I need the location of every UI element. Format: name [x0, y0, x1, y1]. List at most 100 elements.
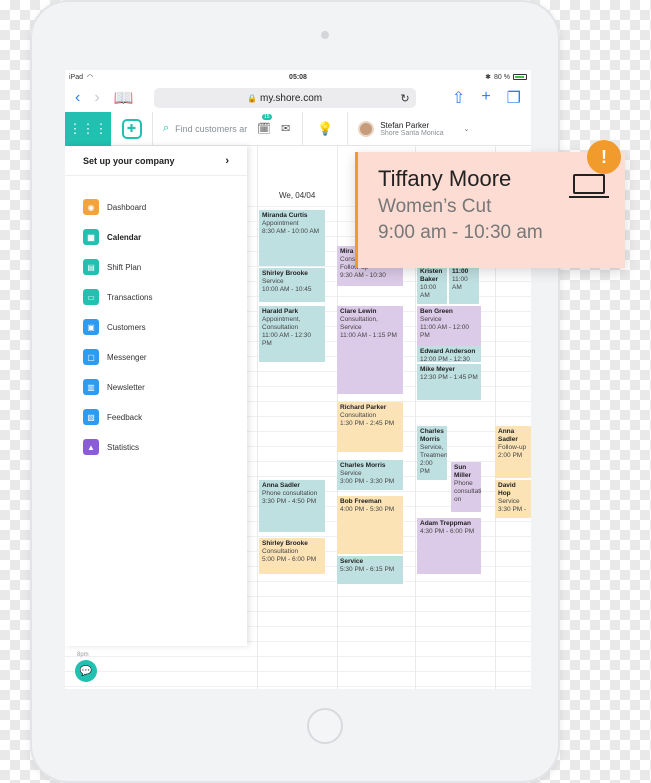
url-text: my.shore.com — [260, 92, 323, 104]
back-icon[interactable]: ‹ — [75, 89, 80, 107]
appointment-name: Edward Anderson — [420, 348, 476, 355]
chevron-down-icon[interactable]: ⌄ — [464, 125, 470, 133]
sidebar-item-statistics[interactable]: ▲ Statistics — [65, 432, 247, 462]
chat-button[interactable]: 💬 — [75, 660, 97, 682]
appointment-card[interactable]: Kristen Baker 10:00 AM — [417, 266, 447, 304]
popup-customer-name: Tiffany Moore — [378, 166, 512, 191]
laptop-icon — [569, 174, 609, 198]
newsletter-icon: ▥ — [83, 379, 99, 395]
menu-list: ◉ Dashboard ▦ Calendar ▤ Shift Plan ▭ Transacti… — [65, 176, 247, 462]
appointment-time: 11:00 AM - 1:15 PM — [340, 332, 397, 339]
statistics-icon: ▲ — [83, 439, 99, 455]
appointment-card[interactable]: Shirley Brooke Consultation 5:00 PM - 6:00… — [259, 538, 325, 574]
appointment-detail: Service — [420, 316, 442, 323]
tabs-icon[interactable]: ❐ — [507, 88, 521, 108]
appointment-name: Mike Meyer — [420, 366, 456, 373]
alert-icon: ! — [587, 140, 621, 174]
sidebar-item-label: Messenger — [107, 352, 147, 362]
sidebar-item-newsletter[interactable]: ▥ Newsletter — [65, 372, 247, 402]
appointment-name: Richard Parker — [340, 404, 387, 411]
appointment-card[interactable]: Charles Morris Service 3:00 PM - 3:30 PM — [337, 460, 403, 490]
sidebar-item-calendar[interactable]: ▦ Calendar — [65, 222, 247, 252]
appointment-card[interactable]: Anna Sadler Follow-up 2:00 PM — [495, 426, 531, 478]
shore-logo[interactable]: ✚ — [111, 111, 153, 146]
appointment-card[interactable]: David Hop Service 3:30 PM - — [495, 480, 531, 518]
appointment-card[interactable]: Miranda Curtis Appointment 8:30 AM - 10:00… — [259, 210, 325, 266]
appointment-name: Ben Green — [420, 308, 453, 315]
customer-search[interactable]: ⌕ Find customers ar — [153, 122, 249, 135]
appointment-card[interactable]: Bob Freeman 4:00 PM - 5:30 PM — [337, 496, 403, 554]
appointment-detail: Consultation, Service — [340, 316, 378, 331]
sidebar-item-label: Newsletter — [107, 382, 145, 392]
sidebar-item-label: Statistics — [107, 442, 140, 452]
appointment-card[interactable]: Shirley Brooke Service 10:00 AM - 10:45 — [259, 268, 325, 302]
appointment-time: 11:00 AM - 12:30 PM — [262, 332, 312, 347]
appointment-card[interactable]: Richard Parker Consultation 1:30 PM - 2:45… — [337, 402, 403, 452]
appointment-time: 2:00 PM — [498, 452, 523, 459]
mail-icon[interactable]: ✉ — [281, 122, 290, 135]
sidebar-item-label: Shift Plan — [107, 262, 142, 272]
appointment-card[interactable]: Edward Anderson12:00 PM - 12:30 PM — [417, 346, 481, 362]
side-menu: Set up your company › ◉ Dashboard ▦ Calenda… — [65, 146, 247, 646]
user-menu[interactable]: Stefan Parker Shore Santa Monica ⌄ — [348, 120, 470, 137]
appointment-name: Charles Morris — [420, 428, 444, 443]
appointment-time: 3:30 PM - 4:50 PM — [262, 498, 317, 505]
appointment-card[interactable]: Ben Green Service 11:00 AM - 12:00 PM — [417, 306, 481, 346]
appointment-time: 9:30 AM - 10:30 — [340, 272, 386, 279]
appointment-time: 3:30 PM - — [498, 506, 527, 513]
search-input[interactable]: Find customers ar — [175, 124, 247, 134]
chevron-right-icon: › — [225, 154, 229, 167]
appointment-detail: 4:00 PM - 5:30 PM — [340, 506, 395, 513]
lightbulb-icon[interactable]: 💡 — [302, 111, 349, 146]
appointment-detail: 11:00 AM — [452, 276, 468, 291]
appointment-card[interactable]: 11:00 11:00 AM — [449, 266, 479, 304]
sidebar-item-customers[interactable]: ▣ Customers — [65, 312, 247, 342]
reload-icon[interactable]: ↻ — [400, 92, 409, 105]
appointment-card[interactable]: Clare Lewin Consultation, Service 11:00 AM… — [337, 306, 403, 394]
grid-column-divider — [257, 146, 258, 689]
notification-badge: 15 — [262, 114, 272, 120]
appointment-card[interactable]: Harald Park Appointment, Consultation 11:0… — [259, 306, 325, 362]
appointment-card[interactable]: Mike Meyer 12:30 PM - 1:45 PM — [417, 364, 481, 400]
appointment-popup[interactable]: Tiffany Moore Women’s Cut 9:00 am - 10:3… — [355, 140, 625, 268]
appointment-card[interactable]: Charles Morris Service, Treatmen 2:00 PM — [417, 426, 447, 480]
appointment-detail: Service — [498, 498, 520, 505]
grid-line — [65, 656, 531, 657]
share-icon[interactable]: ⇧ — [452, 88, 465, 108]
setup-company-link[interactable]: Set up your company › — [65, 146, 247, 176]
address-bar[interactable]: 🔒 my.shore.com ↻ — [153, 88, 416, 108]
sidebar-item-label: Calendar — [107, 232, 142, 242]
appointment-detail: Phone consultation — [262, 490, 318, 497]
bookmarks-icon[interactable]: 📖 — [114, 88, 134, 108]
appointment-detail: Consultation — [340, 412, 377, 419]
sidebar-item-messenger[interactable]: ▢ Messenger — [65, 342, 247, 372]
transactions-icon: ▭ — [83, 289, 99, 305]
appointment-name: Kristen Baker — [420, 268, 443, 283]
appointment-time: 2:00 PM — [420, 460, 433, 475]
apps-grid-icon[interactable]: ⋮⋮⋮ — [65, 111, 111, 146]
new-tab-icon[interactable]: + — [481, 88, 490, 108]
appointment-name: Service — [340, 558, 364, 565]
appointment-time: 3:00 PM - 3:30 PM — [340, 478, 395, 485]
appointment-card[interactable]: Service 5:30 PM - 6:15 PM — [337, 556, 403, 584]
appointment-detail: Appointment — [262, 220, 299, 227]
sidebar-item-shift-plan[interactable]: ▤ Shift Plan — [65, 252, 247, 282]
appointment-time: 1:30 PM - 2:45 PM — [340, 420, 395, 427]
appointment-card[interactable]: Adam Treppman 4:30 PM - 6:00 PM — [417, 518, 481, 574]
appointment-card[interactable]: Sun Miller Phone consultati on — [451, 462, 481, 512]
appointment-detail: 12:00 PM - 12:30 PM — [420, 356, 470, 362]
sidebar-item-feedback[interactable]: ▧ Feedback — [65, 402, 247, 432]
sidebar-item-dashboard[interactable]: ◉ Dashboard — [65, 192, 247, 222]
home-button[interactable] — [307, 708, 343, 744]
appointment-card[interactable]: Anna Sadler Phone consultation 3:30 PM - 4… — [259, 480, 325, 532]
appointment-name: Clare Lewin — [340, 308, 377, 315]
grid-line — [65, 671, 531, 672]
forward-icon[interactable]: › — [94, 89, 99, 107]
sidebar-item-transactions[interactable]: ▭ Transactions — [65, 282, 247, 312]
calendar-notification-icon[interactable]: 🗓 — [257, 122, 271, 135]
feedback-icon: ▧ — [83, 409, 99, 425]
appointment-time: 8:30 AM - 10:00 AM — [262, 228, 320, 235]
appointment-name: 11:00 — [452, 268, 469, 275]
user-location: Shore Santa Monica — [380, 129, 444, 137]
appointment-detail: Service — [262, 278, 284, 285]
